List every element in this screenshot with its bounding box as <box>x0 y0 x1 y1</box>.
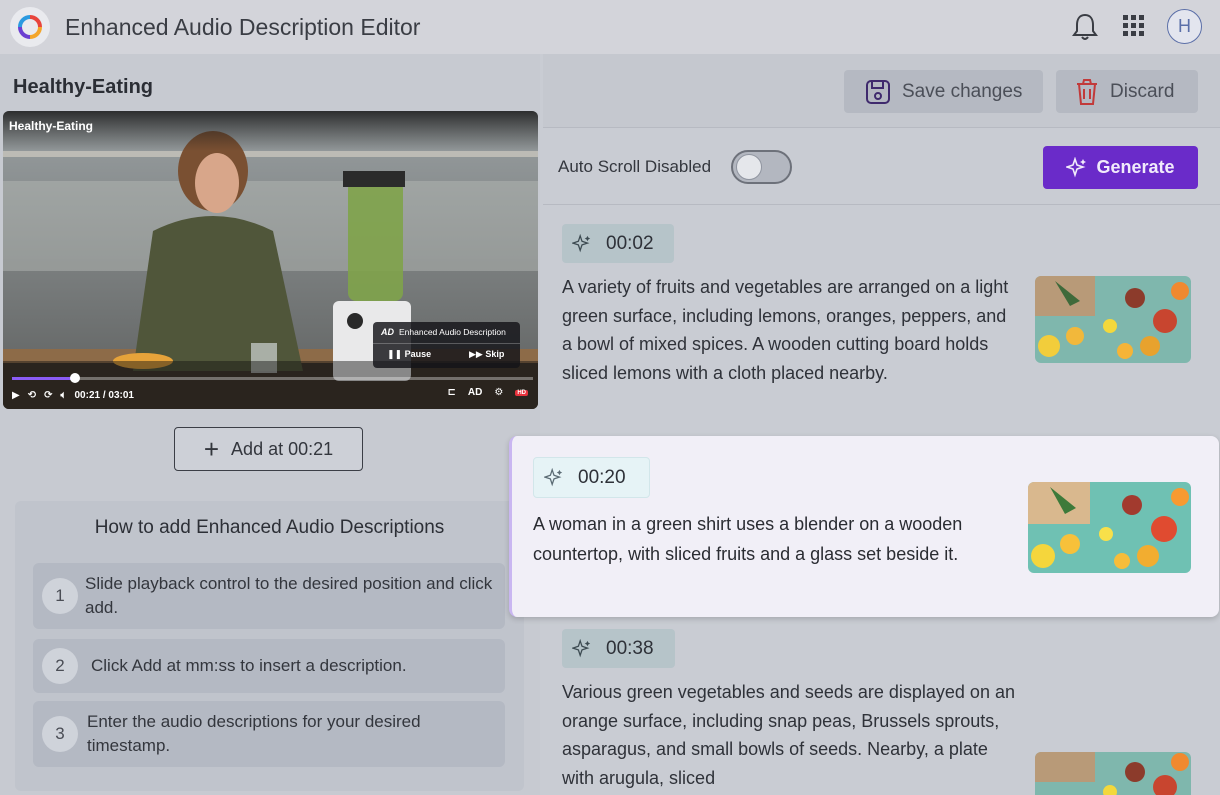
enhanced-ad-overlay: AD Enhanced Audio Description ❚❚ Pause ▶… <box>373 322 520 368</box>
save-icon <box>866 79 890 104</box>
left-panel: Healthy-Eating Healthy-Eating AD Enhance… <box>0 54 540 795</box>
generate-button[interactable]: Generate <box>1043 146 1198 189</box>
app-logo[interactable] <box>10 7 50 47</box>
user-avatar[interactable]: H <box>1167 9 1202 44</box>
vegetables-thumbnail-image <box>1035 752 1191 795</box>
step-number: 3 <box>42 716 78 752</box>
volume-icon[interactable]: 🔈︎ <box>60 390 66 401</box>
timestamp-label: 00:38 <box>606 637 654 659</box>
description-text[interactable]: A woman in a green shirt uses a blender … <box>533 509 1013 569</box>
generate-label: Generate <box>1096 157 1175 177</box>
save-changes-label: Save changes <box>902 80 1023 102</box>
how-to-title: How to add Enhanced Audio Descriptions <box>94 517 445 538</box>
video-overlay-title: Healthy-Eating <box>9 119 94 133</box>
top-bar: Enhanced Audio Description Editor H <box>0 0 1220 54</box>
play-icon[interactable]: ▶ <box>12 390 20 401</box>
sparkle-icon <box>572 233 591 252</box>
toggle-knob <box>736 154 762 180</box>
ad-overlay-divider <box>373 343 520 344</box>
step-item: 1 Slide playback control to the desired … <box>33 563 505 629</box>
ad-overlay-label: Enhanced Audio Description <box>399 327 506 337</box>
pause-icon: ❚❚ <box>387 349 405 359</box>
forward-10-icon[interactable]: ⟳ <box>44 390 52 401</box>
hd-badge: HD <box>515 389 528 396</box>
auto-scroll-toggle[interactable] <box>731 150 792 184</box>
settings-gear-icon[interactable]: ⚙ <box>494 387 503 398</box>
ad-pause-button[interactable]: ❚❚ Pause <box>387 349 431 360</box>
ad-badge: AD <box>381 327 394 337</box>
playback-progress-fill <box>12 377 75 380</box>
step-text: Slide playback control to the desired po… <box>85 574 493 617</box>
description-thumbnail <box>1035 276 1191 363</box>
step-text: Click Add at mm:ss to insert a descripti… <box>91 656 407 675</box>
trash-icon <box>1077 78 1097 105</box>
right-panel: Save changes Discard Auto Scroll Disable… <box>543 54 1220 795</box>
app-title: Enhanced Audio Description Editor <box>65 14 421 40</box>
ad-pause-label: Pause <box>404 349 432 359</box>
timestamp-chip[interactable]: 00:20 <box>533 457 650 498</box>
notifications-bell-icon[interactable] <box>1071 12 1099 47</box>
plus-icon: + <box>203 434 220 464</box>
step-text: Enter the audio descriptions for your de… <box>87 712 421 755</box>
add-at-time-button[interactable]: + Add at 00:21 <box>174 427 363 471</box>
fruits-thumbnail-image <box>1035 276 1191 363</box>
discard-label: Discard <box>1110 80 1175 102</box>
how-to-panel: How to add Enhanced Audio Descriptions 1… <box>15 501 524 791</box>
captions-icon[interactable]: ⊏ <box>448 387 456 398</box>
timestamp-label: 00:20 <box>578 466 626 488</box>
description-text[interactable]: Various green vegetables and seeds are d… <box>562 678 1020 793</box>
ad-skip-button[interactable]: ▶▶ Skip <box>469 349 504 360</box>
step-number: 2 <box>42 648 78 684</box>
ad-toggle-icon[interactable]: AD <box>468 387 482 398</box>
sparkle-icon <box>1066 156 1087 178</box>
description-thumbnail <box>1028 482 1191 573</box>
video-player[interactable]: Healthy-Eating AD Enhanced Audio Descrip… <box>3 111 538 409</box>
auto-scroll-label: Auto Scroll Disabled <box>558 157 712 176</box>
playback-scrubber-handle[interactable] <box>69 373 80 383</box>
fruits-thumbnail-image <box>1028 482 1191 573</box>
step-number: 1 <box>42 578 78 614</box>
description-thumbnail <box>1035 752 1191 795</box>
step-item: 2 Click Add at mm:ss to insert a descrip… <box>33 639 505 693</box>
discard-button[interactable]: Discard <box>1056 70 1198 113</box>
video-title: Healthy-Eating <box>13 76 154 98</box>
sparkle-icon <box>544 467 563 486</box>
timestamp-chip[interactable]: 00:02 <box>562 224 674 263</box>
save-changes-button[interactable]: Save changes <box>844 70 1043 113</box>
playback-progress-bar[interactable] <box>12 373 533 383</box>
time-display: 00:21 / 03:01 <box>74 389 134 401</box>
step-item: 3 Enter the audio descriptions for your … <box>33 701 505 767</box>
player-controls-right: ⊏ AD ⚙ HD <box>448 387 528 398</box>
selected-description-card[interactable]: 00:20 A woman in a green shirt uses a bl… <box>509 436 1219 617</box>
timestamp-label: 00:02 <box>606 232 654 254</box>
ad-skip-label: Skip <box>485 349 505 359</box>
timestamp-chip[interactable]: 00:38 <box>562 629 675 668</box>
add-at-time-label: Add at 00:21 <box>231 438 334 459</box>
skip-icon: ▶▶ <box>469 349 486 359</box>
apps-grid-icon[interactable] <box>1123 15 1145 42</box>
action-toolbar: Save changes Discard <box>543 54 1220 128</box>
rewind-10-icon[interactable]: ⟲ <box>28 390 36 401</box>
description-text[interactable]: A variety of fruits and vegetables are a… <box>562 273 1017 388</box>
description-controls: Auto Scroll Disabled Generate <box>543 129 1220 205</box>
sparkle-icon <box>572 638 591 657</box>
